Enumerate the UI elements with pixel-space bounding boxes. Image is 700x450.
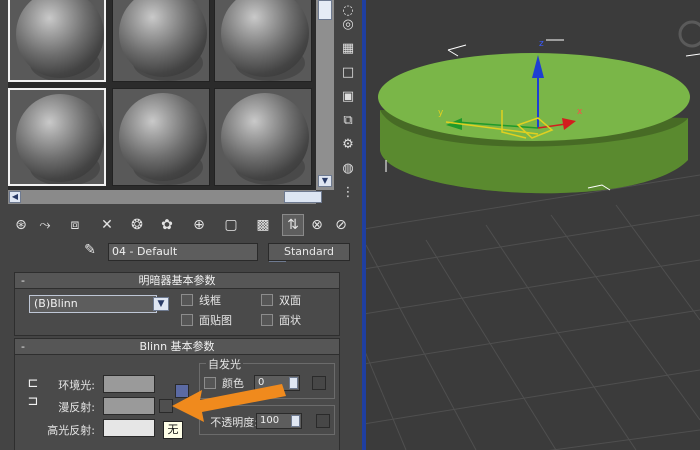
shader-rollout-title: 明暗器基本参数 xyxy=(138,274,216,287)
checkbox-box[interactable] xyxy=(261,294,273,306)
material-name-row: ✎ 04 - Default ▼ Standard xyxy=(80,242,360,262)
checkbox-box[interactable] xyxy=(261,314,273,326)
spinner-arrows-icon[interactable] xyxy=(289,377,298,389)
background-checker-icon[interactable]: ▦ xyxy=(338,38,358,58)
scroll-down-arrow-icon[interactable]: ▼ xyxy=(318,175,332,187)
material-id-channel-icon[interactable]: ▢ xyxy=(220,214,242,236)
make-copy-icon[interactable]: ❂ xyxy=(126,214,148,236)
side-toolbar: ◌ ◎ ▦ □ ▣ ⧉ ⚙ ◍ ⋮ xyxy=(336,0,360,210)
put-to-library-icon[interactable]: ⊕ xyxy=(188,214,210,236)
perspective-viewport[interactable]: z x y xyxy=(366,0,700,450)
checkbox-box[interactable] xyxy=(181,294,193,306)
show-end-result-icon[interactable]: ⇅ xyxy=(282,214,304,236)
show-map-in-viewport-icon[interactable]: ▩ xyxy=(252,214,274,236)
slots-horizontal-scrollbar[interactable]: ◀ xyxy=(8,190,322,204)
reset-material-icon[interactable]: ✕ xyxy=(96,214,118,236)
material-name-value: 04 - Default xyxy=(112,245,178,258)
sample-slot-selected[interactable] xyxy=(8,88,106,186)
sample-slot[interactable] xyxy=(214,0,312,82)
shader-basic-parameters-rollout: - 明暗器基本参数 (B)Blinn ▼ 线框 双面 面贴图 面状 xyxy=(14,272,340,336)
eyedropper-icon[interactable]: ✎ xyxy=(80,242,100,262)
sample-slot[interactable] xyxy=(112,88,210,186)
shader-type-select[interactable]: (B)Blinn ▼ xyxy=(29,295,169,313)
horizontal-scroll-thumb[interactable] xyxy=(284,191,322,203)
specular-color-swatch[interactable] xyxy=(103,419,155,437)
faceted-checkbox[interactable]: 面状 xyxy=(261,313,301,327)
shader-dropdown-icon[interactable]: ▼ xyxy=(153,297,169,311)
diffuse-label: 漫反射: xyxy=(58,401,95,414)
sample-slot-grid xyxy=(8,0,316,190)
material-type-button[interactable]: Standard xyxy=(268,243,350,261)
blinn-rollout-header[interactable]: - Blinn 基本参数 xyxy=(15,339,339,355)
checkbox-box[interactable] xyxy=(181,314,193,326)
shader-rollout-header[interactable]: - 明暗器基本参数 xyxy=(15,273,339,289)
ambient-color-swatch[interactable] xyxy=(103,375,155,393)
viewcube-ring[interactable] xyxy=(678,20,700,48)
wire-label: 线框 xyxy=(199,294,221,307)
scroll-left-arrow-icon[interactable]: ◀ xyxy=(9,191,21,203)
faceted-label: 面状 xyxy=(279,314,301,327)
backlight-icon[interactable]: ◎ xyxy=(338,14,358,34)
opacity-map-button[interactable] xyxy=(316,414,330,428)
material-toolbar: ⊛ ⤳ ⧈ ✕ ❂ ✿ ⊕ ▢ ▩ ⇅ ⊗ ⊘ xyxy=(8,212,358,240)
sample-uv-tiling-icon[interactable]: □ xyxy=(338,62,358,82)
sample-slot[interactable] xyxy=(214,88,312,186)
material-sphere xyxy=(221,93,309,181)
gizmo-z-label: z xyxy=(539,39,544,49)
make-unique-icon[interactable]: ✿ xyxy=(156,214,178,236)
two-sided-checkbox[interactable]: 双面 xyxy=(261,293,301,307)
app-window: ▼ ◀ ◌ ◎ ▦ □ ▣ ⧉ ⚙ ◍ ⋮ ⊛ ⤳ ⧈ ✕ ❂ ✿ ⊕ ▢ ▩ … xyxy=(0,0,700,450)
vertical-scroll-thumb[interactable] xyxy=(318,0,332,20)
sample-slot[interactable] xyxy=(8,0,106,82)
specular-label: 高光反射: xyxy=(47,424,95,437)
shader-type-value: (B)Blinn xyxy=(34,297,78,310)
material-sphere xyxy=(16,94,104,182)
go-to-parent-icon[interactable]: ⊗ xyxy=(306,214,328,236)
self-illum-map-button[interactable] xyxy=(312,376,326,390)
grid-lines xyxy=(366,174,700,450)
two-sided-label: 双面 xyxy=(279,294,301,307)
put-to-scene-icon[interactable]: ⤳ xyxy=(34,214,56,236)
sample-slot[interactable] xyxy=(112,0,210,82)
wire-checkbox[interactable]: 线框 xyxy=(181,293,221,307)
options-icon[interactable]: ⚙ xyxy=(338,134,358,154)
slots-vertical-scrollbar[interactable]: ▼ xyxy=(316,0,334,190)
face-map-checkbox[interactable]: 面贴图 xyxy=(181,313,232,327)
select-by-material-icon[interactable]: ◍ xyxy=(338,158,358,178)
face-map-label: 面贴图 xyxy=(199,314,232,327)
spinner-arrows-icon[interactable] xyxy=(291,415,300,427)
material-navigator-icon[interactable]: ⋮ xyxy=(338,182,358,202)
gizmo-x-label: x xyxy=(577,107,583,117)
assign-to-selection-icon[interactable]: ⧈ xyxy=(64,214,86,236)
diffuse-color-swatch[interactable] xyxy=(103,397,155,415)
material-sphere xyxy=(119,93,207,181)
make-preview-icon[interactable]: ⧉ xyxy=(338,110,358,130)
material-name-field[interactable]: 04 - Default ▼ xyxy=(108,243,286,262)
rollout-collapse-toggle[interactable]: - xyxy=(21,339,25,354)
go-forward-to-sibling-icon[interactable]: ⊘ xyxy=(330,214,352,236)
video-color-check-icon[interactable]: ▣ xyxy=(338,86,358,106)
viewport-canvas: z x y xyxy=(366,20,700,450)
gizmo-y-label: y xyxy=(438,108,444,118)
blinn-rollout-title: Blinn 基本参数 xyxy=(139,340,215,353)
get-material-icon[interactable]: ⊛ xyxy=(10,214,32,236)
rollout-collapse-toggle[interactable]: - xyxy=(21,273,25,288)
annotation-arrow-icon xyxy=(172,384,286,422)
ambient-label: 环境光: xyxy=(58,379,95,392)
self-illumination-title: 自发光 xyxy=(206,356,243,372)
